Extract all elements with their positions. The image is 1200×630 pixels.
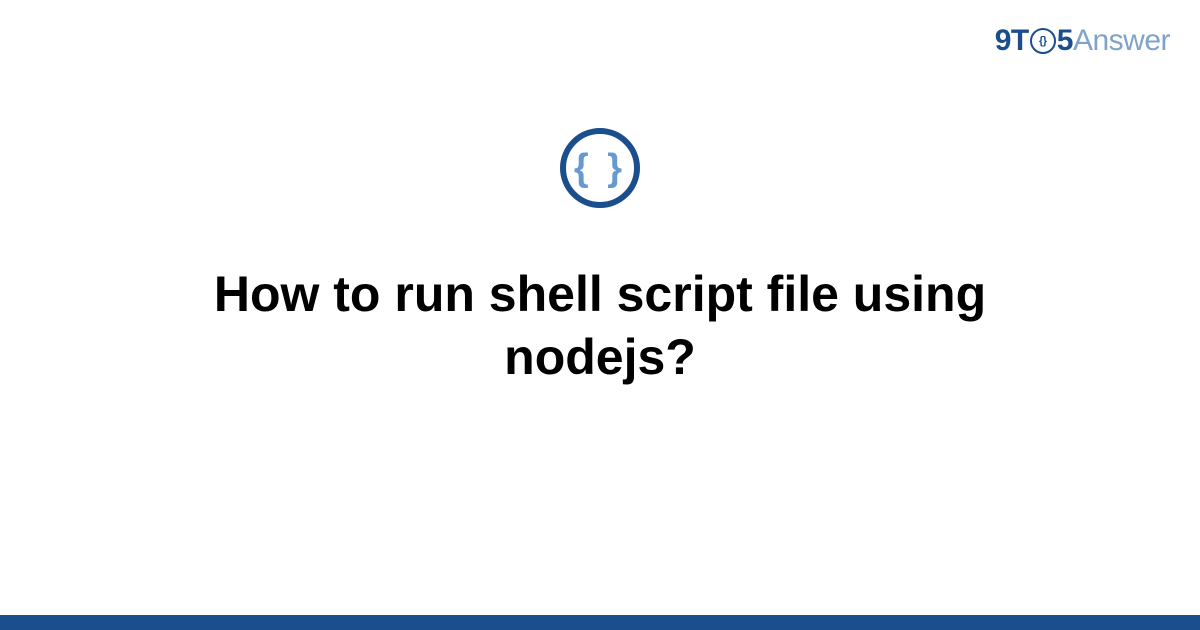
logo-text-5: 5	[1057, 24, 1073, 58]
brand-logo: 9T {} 5 Answer	[995, 24, 1170, 58]
topic-icon-circle: { }	[560, 128, 640, 208]
logo-clock-icon: {}	[1030, 28, 1056, 54]
logo-clock-glyph: {}	[1039, 36, 1047, 47]
logo-text-answer: Answer	[1073, 24, 1170, 58]
footer-accent-bar	[0, 615, 1200, 630]
question-title: How to run shell script file using nodej…	[100, 263, 1100, 388]
logo-text-9t: 9T	[995, 24, 1029, 58]
main-content: { } How to run shell script file using n…	[0, 128, 1200, 388]
code-braces-icon: { }	[574, 149, 626, 187]
